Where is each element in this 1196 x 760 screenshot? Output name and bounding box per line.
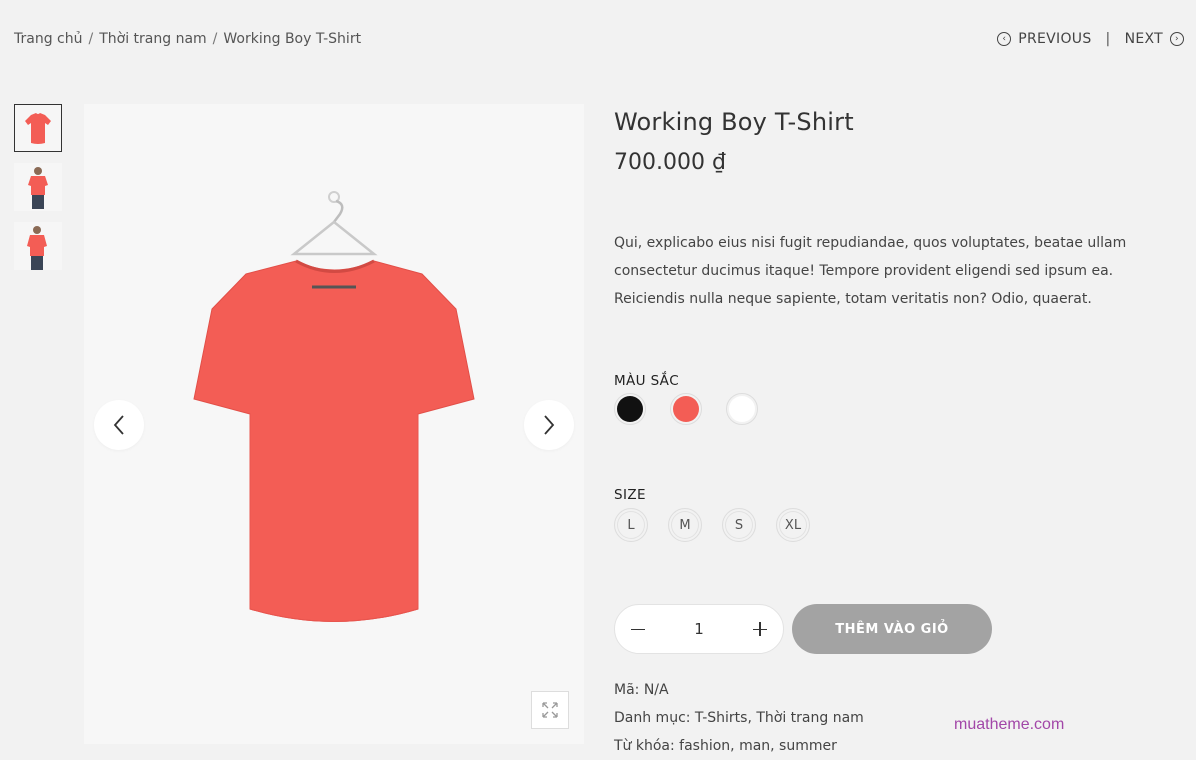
breadcrumb-category[interactable]: Thời trang nam (99, 31, 206, 47)
breadcrumb-home[interactable]: Trang chủ (14, 31, 82, 47)
thumbnail-shirt-front[interactable] (14, 104, 62, 152)
product-sku: Mã: N/A (614, 682, 669, 698)
increase-quantity-button[interactable] (752, 622, 767, 636)
color-swatch-white[interactable] (726, 393, 758, 425)
size-option-xl[interactable]: XL (776, 508, 810, 542)
product-main-image (193, 191, 475, 622)
chevron-right-icon (544, 415, 555, 435)
size-option-s[interactable]: S (722, 508, 756, 542)
next-label: NEXT (1124, 31, 1163, 47)
breadcrumb-separator: / (212, 31, 218, 47)
chevron-right-circle-icon: › (1170, 32, 1184, 46)
buy-row: 1 THÊM VÀO GIỎ (614, 604, 1174, 654)
swatch-fill (617, 396, 643, 422)
pager-divider: | (1105, 31, 1111, 47)
product-info: Working Boy T-Shirt 700.000 ₫ Qui, expli… (614, 104, 1174, 760)
product-description: Qui, explicabo eius nisi fugit repudiand… (614, 235, 1127, 307)
swatch-fill (673, 396, 699, 422)
thumbnail-model-front[interactable] (14, 163, 62, 211)
size-options: L M S XL (614, 508, 1174, 542)
expand-icon (542, 702, 558, 718)
color-swatches (614, 393, 1174, 425)
model-thumbnail-image (28, 167, 48, 209)
product-meta: Mã: N/A Danh mục: T-Shirts, Thời trang n… (614, 676, 1174, 760)
decrease-quantity-button[interactable] (631, 622, 645, 636)
shirt-thumbnail-image (25, 113, 51, 144)
add-to-cart-button[interactable]: THÊM VÀO GIỎ (792, 604, 992, 654)
gallery-prev-button[interactable] (94, 400, 144, 450)
previous-link[interactable]: ‹ PREVIOUS (997, 31, 1091, 47)
color-swatch-black[interactable] (614, 393, 646, 425)
swatch-fill (729, 396, 755, 422)
color-swatch-red[interactable] (670, 393, 702, 425)
watermark: muatheme.com (954, 716, 1065, 733)
product-tags: Từ khóa: fashion, man, summer (614, 738, 837, 754)
product-pager: ‹ PREVIOUS | NEXT › (997, 31, 1184, 47)
product-categories: Danh mục: T-Shirts, Thời trang nam (614, 710, 864, 726)
next-link[interactable]: NEXT › (1125, 31, 1184, 47)
model-side-thumbnail-image (27, 226, 47, 270)
product-title: Working Boy T-Shirt (614, 108, 854, 136)
breadcrumb-separator: / (88, 31, 94, 47)
quantity-value[interactable]: 1 (694, 620, 704, 638)
size-option-m[interactable]: M (668, 508, 702, 542)
thumbnail-model-side[interactable] (14, 222, 62, 270)
size-option-l[interactable]: L (614, 508, 648, 542)
product-price: 700.000 ₫ (614, 150, 726, 175)
thumbnail-list (14, 104, 62, 270)
gallery-next-button[interactable] (524, 400, 574, 450)
product-gallery (84, 104, 584, 744)
quantity-stepper: 1 (614, 604, 784, 654)
breadcrumb-current: Working Boy T-Shirt (223, 31, 362, 47)
previous-label: PREVIOUS (1018, 31, 1092, 47)
chevron-left-icon (113, 415, 124, 435)
breadcrumb: Trang chủ / Thời trang nam / Working Boy… (14, 31, 361, 47)
chevron-left-circle-icon: ‹ (997, 32, 1012, 46)
color-label: MÀU SẮC (614, 373, 680, 389)
zoom-button[interactable] (531, 691, 569, 729)
size-label: SIZE (614, 487, 646, 503)
